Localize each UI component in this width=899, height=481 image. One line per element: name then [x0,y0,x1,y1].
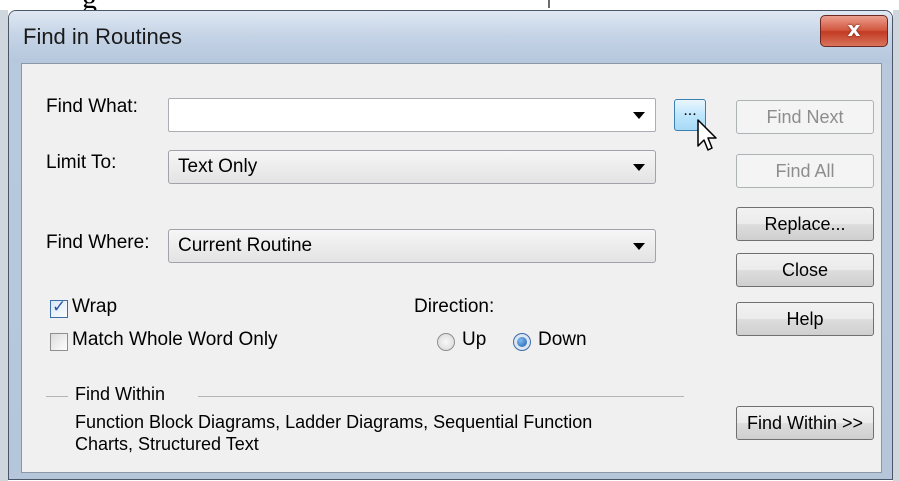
find-where-label: Find Where: [46,232,150,253]
match-whole-word-label[interactable]: Match Whole Word Only [72,329,278,351]
replace-button[interactable]: Replace... [736,207,874,241]
chevron-down-icon [633,164,645,171]
background-right-edge [893,10,899,481]
chevron-down-icon[interactable] [633,112,645,119]
wrap-label[interactable]: Wrap [72,296,117,318]
close-icon: x [847,17,861,41]
direction-down-radio[interactable] [513,333,531,351]
limit-to-label: Limit To: [46,152,117,173]
find-all-button[interactable]: Find All [736,154,874,188]
match-whole-word-checkbox[interactable] [50,333,68,351]
find-what-combobox[interactable] [168,98,656,132]
limit-to-dropdown[interactable]: Text Only [168,150,656,184]
direction-down-label[interactable]: Down [538,329,587,351]
find-within-legend: Find Within [75,384,166,404]
find-where-dropdown[interactable]: Current Routine [168,229,656,263]
window-title: Find in Routines [23,24,182,49]
close-window-button[interactable]: x [820,15,888,47]
group-box-line-right [198,396,684,397]
find-in-routines-dialog: Find in Routines x Find What: ... Limit … [8,10,893,480]
group-box-line-left [46,396,68,397]
find-within-line-1: Function Block Diagrams, Ladder Diagrams… [75,412,593,432]
chevron-down-icon [633,243,645,250]
find-within-button[interactable]: Find Within >> [736,406,874,440]
checkmark-icon: ✓ [52,297,67,317]
find-where-value: Current Routine [178,235,313,256]
dialog-body: Find What: ... Limit To: Text Only Find … [21,63,882,473]
limit-to-value: Text Only [178,156,258,177]
background-left-edge [0,10,8,481]
direction-label: Direction: [414,296,495,317]
direction-up-radio[interactable] [437,333,455,351]
close-button[interactable]: Close [736,253,874,287]
direction-up-label[interactable]: Up [462,329,486,351]
find-what-label: Find What: [46,96,138,117]
find-within-line-2: Charts, Structured Text [75,434,259,454]
find-next-button[interactable]: Find Next [736,100,874,134]
background-divider [548,0,550,8]
wrap-checkbox[interactable]: ✓ [50,297,68,318]
help-button[interactable]: Help [736,302,874,336]
radio-selected-dot [517,337,527,347]
mouse-pointer-icon [697,119,717,151]
title-bar[interactable]: Find in Routines x [9,11,892,63]
ellipsis-icon: ... [683,102,697,119]
